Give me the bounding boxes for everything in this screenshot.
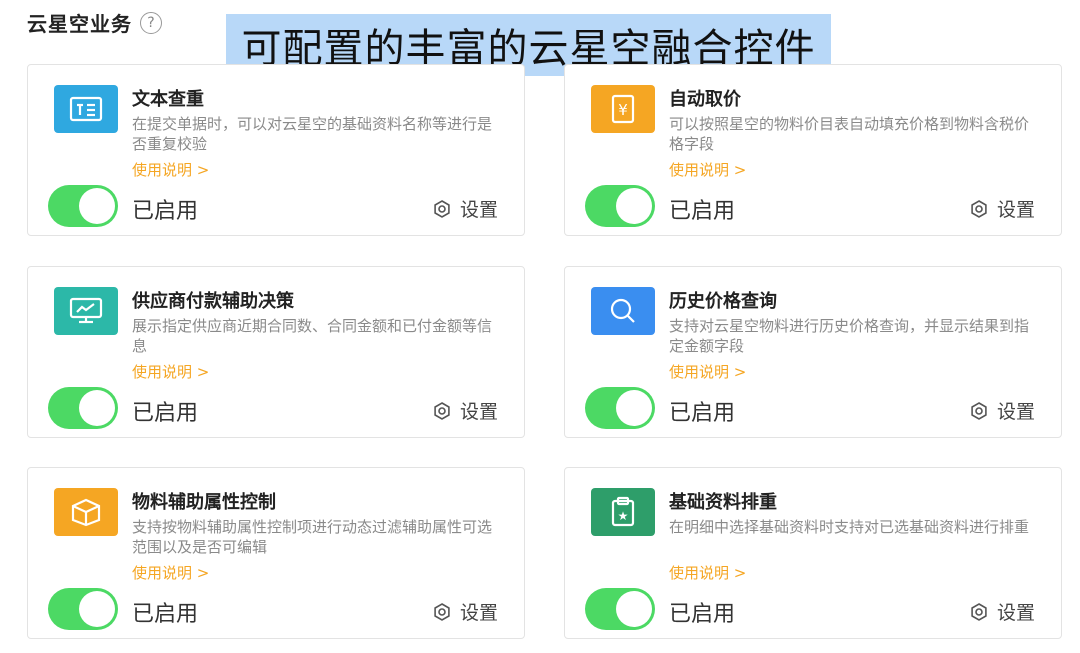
card-description: 支持对云星空物料进行历史价格查询，并显示结果到指定金额字段	[669, 317, 1030, 355]
usage-guide-link[interactable]: 使用说明 >	[132, 159, 209, 180]
card-title: 供应商付款辅助决策	[132, 291, 294, 312]
settings-label: 设置	[996, 602, 1035, 624]
feature-card-price-history: 历史价格查询 支持对云星空物料进行历史价格查询，并显示结果到指定金额字段 使用说…	[564, 266, 1062, 438]
card-title: 物料辅助属性控制	[132, 492, 276, 513]
status-label: 已启用	[669, 401, 736, 426]
toggle-knob	[79, 390, 115, 426]
toggle-knob	[616, 390, 652, 426]
status-label: 已启用	[132, 602, 199, 627]
feature-card-basic-data-dedup: ★ 基础资料排重 在明细中选择基础资料时支持对已选基础资料进行排重 使用说明 >…	[564, 467, 1062, 639]
toggle-knob	[79, 188, 115, 224]
card-description: 展示指定供应商近期合同数、合同金额和已付金额等信息	[132, 317, 493, 355]
card-description: 在明细中选择基础资料时支持对已选基础资料进行排重	[669, 518, 1030, 536]
feature-card-supplier-payment: 供应商付款辅助决策 展示指定供应商近期合同数、合同金额和已付金额等信息 使用说明…	[27, 266, 525, 438]
settings-label: 设置	[459, 401, 498, 423]
settings-label: 设置	[459, 199, 498, 221]
settings-button[interactable]: 设置	[969, 195, 1035, 222]
price-tag-icon: ¥	[591, 85, 655, 133]
settings-button[interactable]: 设置	[432, 195, 498, 222]
gear-icon	[971, 602, 987, 621]
monitor-chart-icon	[54, 287, 118, 335]
toggle-knob	[616, 188, 652, 224]
card-title: 基础资料排重	[669, 492, 777, 513]
settings-button[interactable]: 设置	[969, 598, 1035, 625]
gear-icon	[971, 199, 987, 218]
status-label: 已启用	[669, 602, 736, 627]
gear-icon	[971, 401, 987, 420]
card-title: 历史价格查询	[669, 291, 777, 312]
status-label: 已启用	[132, 401, 199, 426]
enable-toggle[interactable]	[48, 387, 118, 429]
settings-button[interactable]: 设置	[969, 397, 1035, 424]
enable-toggle[interactable]	[48, 185, 118, 227]
usage-guide-link[interactable]: 使用说明 >	[669, 562, 746, 583]
usage-guide-link[interactable]: 使用说明 >	[669, 159, 746, 180]
settings-button[interactable]: 设置	[432, 598, 498, 625]
enable-toggle[interactable]	[585, 387, 655, 429]
card-title: 自动取价	[669, 89, 741, 110]
usage-guide-link[interactable]: 使用说明 >	[132, 361, 209, 382]
feature-card-material-attribute: 物料辅助属性控制 支持按物料辅助属性控制项进行动态过滤辅助属性可选范围以及是否可…	[27, 467, 525, 639]
section-header: 云星空业务 ?	[27, 8, 162, 37]
gear-icon	[434, 602, 450, 621]
gear-icon	[434, 401, 450, 420]
toggle-knob	[616, 591, 652, 627]
text-check-icon	[54, 85, 118, 133]
search-icon	[591, 287, 655, 335]
gear-icon	[434, 199, 450, 218]
enable-toggle[interactable]	[48, 588, 118, 630]
help-icon[interactable]: ?	[140, 11, 162, 34]
usage-guide-link[interactable]: 使用说明 >	[669, 361, 746, 382]
status-label: 已启用	[132, 199, 199, 224]
card-description: 可以按照星空的物料价目表自动填充价格到物料含税价格字段	[669, 115, 1030, 153]
usage-guide-link[interactable]: 使用说明 >	[132, 562, 209, 583]
settings-button[interactable]: 设置	[432, 397, 498, 424]
toggle-knob	[79, 591, 115, 627]
section-title: 云星空业务	[27, 12, 132, 36]
settings-label: 设置	[459, 602, 498, 624]
settings-label: 设置	[996, 199, 1035, 221]
settings-label: 设置	[996, 401, 1035, 423]
clipboard-star-icon: ★	[591, 488, 655, 536]
card-description: 在提交单据时，可以对云星空的基础资料名称等进行是否重复校验	[132, 115, 493, 153]
feature-card-text-dedup: 文本查重 在提交单据时，可以对云星空的基础资料名称等进行是否重复校验 使用说明 …	[27, 64, 525, 236]
feature-card-auto-price: ¥ 自动取价 可以按照星空的物料价目表自动填充价格到物料含税价格字段 使用说明 …	[564, 64, 1062, 236]
card-title: 文本查重	[132, 89, 204, 110]
enable-toggle[interactable]	[585, 588, 655, 630]
svg-text:¥: ¥	[618, 101, 628, 119]
status-label: 已启用	[669, 199, 736, 224]
svg-text:★: ★	[618, 509, 629, 523]
enable-toggle[interactable]	[585, 185, 655, 227]
card-description: 支持按物料辅助属性控制项进行动态过滤辅助属性可选范围以及是否可编辑	[132, 518, 493, 556]
box-icon	[54, 488, 118, 536]
